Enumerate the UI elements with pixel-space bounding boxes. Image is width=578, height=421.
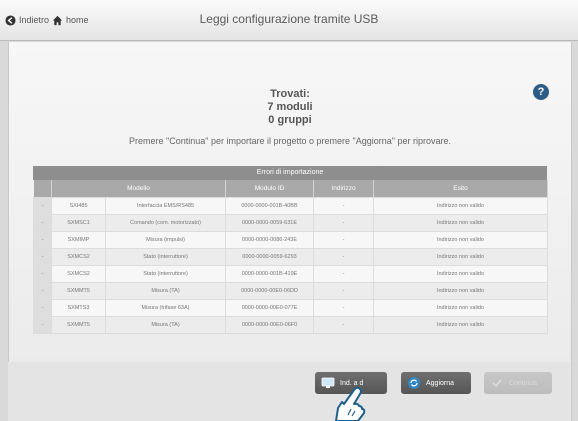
top-bar: Indietro home Leggi configurazione trami…: [0, 0, 578, 41]
row-marker: -: [33, 197, 52, 215]
result: Indirizzo non valido: [373, 299, 549, 317]
model-description: Stato (interruttore): [104, 248, 227, 266]
row-marker: -: [33, 214, 52, 232]
row-marker: -: [33, 265, 52, 283]
import-errors-table: Errori di importazione Modello Modulo ID…: [33, 166, 549, 334]
address: -: [313, 197, 375, 215]
model-code: SXMMT5: [51, 316, 106, 334]
found-line-2: 7 moduli: [267, 101, 313, 113]
table-row[interactable]: - SXMSC1 Comando (com. motorizzato) 0000…: [33, 214, 549, 232]
module-id: 0000-0000-0059-631E: [225, 214, 315, 232]
address: -: [313, 231, 375, 249]
found-line-1: Trovati:: [270, 88, 310, 100]
table-row[interactable]: - SXMIMP Misura (impulsi) 0000-0000-0086…: [33, 231, 549, 249]
result: Indirizzo non valido: [373, 282, 549, 300]
model-code: SXMSC1: [51, 214, 106, 232]
col-header-indirizzo: Indirizzo: [313, 180, 375, 198]
result: Indirizzo non valido: [373, 231, 549, 249]
address: -: [313, 265, 375, 283]
address: -: [313, 214, 375, 232]
model-description: Misura (impulsi): [104, 231, 227, 249]
table-header-row: Modello Modulo ID Indirizzo Esito: [33, 180, 549, 198]
found-line-3: 0 gruppi: [268, 114, 312, 126]
module-id: 0000-0000-0059-6293: [225, 248, 315, 266]
result: Indirizzo non valido: [373, 316, 549, 334]
col-header-modello: Modello: [51, 180, 227, 198]
aggiorna-label: Aggiorna: [426, 379, 455, 387]
pointing-hand-icon: [335, 386, 366, 421]
model-description: Misura (TA): [104, 316, 227, 334]
aggiorna-button[interactable]: Aggiorna: [401, 372, 471, 394]
model-code: SXMMT5: [51, 282, 106, 300]
module-id: 0000-0000-00E0-077E: [225, 299, 315, 317]
result: Indirizzo non valido: [373, 248, 549, 266]
continua-button[interactable]: Continua: [484, 372, 552, 394]
col-header-blank: [33, 180, 52, 198]
row-marker: -: [33, 282, 52, 300]
check-icon: [492, 379, 502, 388]
address: -: [313, 299, 375, 317]
module-id: 0000-0000-001B-40BB: [225, 197, 315, 215]
result: Indirizzo non valido: [373, 214, 549, 232]
result: Indirizzo non valido: [373, 197, 549, 215]
row-marker: -: [33, 231, 52, 249]
model-description: Stato (interruttore): [104, 265, 227, 283]
table-row[interactable]: - SXMMT5 Misura (TA) 0000-0000-00E0-06DD…: [33, 282, 549, 300]
model-description: Interfaccia EMS/RS485: [104, 197, 227, 215]
continua-label: Continua: [509, 379, 538, 387]
model-code: SXMCS2: [51, 248, 106, 266]
col-header-esito: Esito: [373, 180, 549, 198]
model-code: SXMCS2: [51, 265, 106, 283]
module-id: 0000-0000-0086-243E: [225, 231, 315, 249]
result: Indirizzo non valido: [373, 265, 549, 283]
address: -: [313, 316, 375, 334]
model-description: Misura (TA): [104, 282, 227, 300]
model-code: SXMTS3: [51, 299, 106, 317]
table-row[interactable]: - SXMMT5 Misura (TA) 0000-0000-00E0-06F0…: [33, 316, 549, 334]
model-description: Misura (trifase 63A): [104, 299, 227, 317]
address: -: [313, 282, 375, 300]
table-row[interactable]: - SXMCS2 Stato (interruttore) 0000-0000-…: [33, 265, 549, 283]
address: -: [313, 248, 375, 266]
table-row[interactable]: - SXMTS3 Misura (trifase 63A) 0000-0000-…: [33, 299, 549, 317]
instruction-text: Premere "Continua" per importare il prog…: [129, 136, 451, 146]
model-code: SXI485: [51, 197, 106, 215]
model-code: SXMIMP: [51, 231, 106, 249]
found-summary: Trovati: 7 moduli 0 gruppi: [9, 88, 571, 127]
row-marker: -: [33, 299, 52, 317]
module-id: 0000-0000-00E0-06F0: [225, 316, 315, 334]
page-title: Leggi configurazione tramite USB: [199, 12, 379, 26]
col-header-modulo-id: Modulo ID: [225, 180, 315, 198]
row-marker: -: [33, 248, 52, 266]
row-marker: -: [33, 316, 52, 334]
help-icon[interactable]: ?: [533, 84, 549, 100]
table-title: Errori di importazione: [33, 166, 547, 180]
table-row[interactable]: - SXMCS2 Stato (interruttore) 0000-0000-…: [33, 248, 549, 266]
table-row[interactable]: - SXI485 Interfaccia EMS/RS485 0000-0000…: [33, 197, 549, 215]
model-description: Comando (com. motorizzato): [104, 214, 227, 232]
refresh-icon: [408, 377, 420, 389]
module-id: 0000-0000-00E0-06DD: [225, 282, 315, 300]
module-id: 0000-0000-001B-419E: [225, 265, 315, 283]
